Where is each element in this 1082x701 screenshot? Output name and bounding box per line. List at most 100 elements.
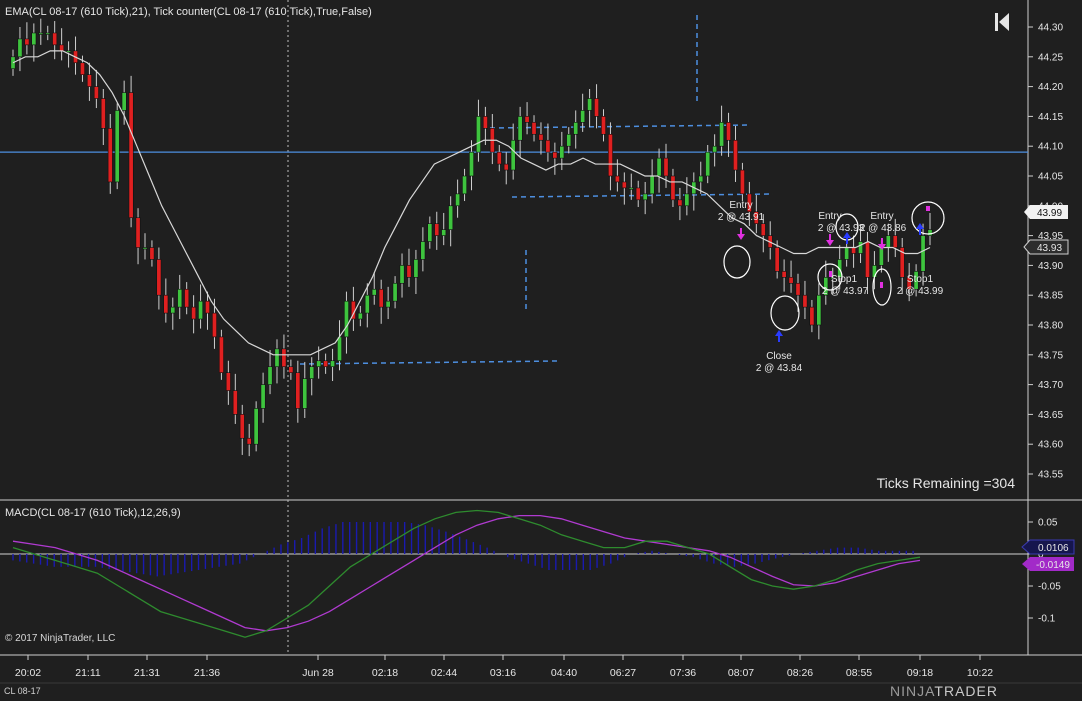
candle-body bbox=[163, 294, 169, 314]
candle-body bbox=[663, 157, 669, 177]
ninjatrader-logo: NINJATRADER bbox=[890, 683, 998, 699]
candle-body bbox=[337, 336, 342, 362]
candle-body bbox=[642, 193, 648, 201]
candle-body bbox=[802, 294, 808, 308]
candle-body bbox=[816, 294, 822, 326]
candle-body bbox=[80, 62, 85, 75]
candle-body bbox=[538, 133, 544, 141]
candle-body bbox=[774, 247, 780, 272]
candle-body bbox=[531, 122, 537, 135]
trade-detail: 2 @ 43.93 bbox=[818, 223, 865, 234]
candle-body bbox=[295, 372, 301, 409]
candle-body bbox=[607, 133, 613, 177]
chart-canvas: 44.3044.2544.2044.1544.1044.0544.0043.95… bbox=[0, 0, 1082, 701]
candle-body bbox=[156, 259, 162, 296]
price-axis-label: 44.30 bbox=[1038, 23, 1063, 34]
candle-body bbox=[760, 223, 766, 236]
candle-body bbox=[107, 128, 113, 183]
candle-body bbox=[212, 312, 217, 338]
candle-body bbox=[573, 122, 579, 135]
candle-body bbox=[191, 306, 197, 320]
candle-body bbox=[434, 223, 440, 236]
candle-body bbox=[566, 133, 572, 147]
trade-label: Entry bbox=[729, 200, 752, 211]
candle-body bbox=[844, 247, 850, 260]
signal-value-badge: -0.0149 bbox=[1022, 557, 1074, 571]
candle-body bbox=[302, 378, 308, 409]
trade-label: Entry bbox=[870, 211, 893, 222]
svg-text:-0.0149: -0.0149 bbox=[1036, 560, 1070, 571]
last-price-badge: 43.99 bbox=[1024, 205, 1068, 219]
time-axis-label: 21:36 bbox=[194, 667, 220, 679]
price-axis-label: 43.80 bbox=[1038, 321, 1063, 332]
price-axis-label: 44.15 bbox=[1038, 112, 1063, 123]
candle-body bbox=[406, 265, 412, 278]
candle-body bbox=[656, 157, 662, 177]
macd-axis-label: 0.05 bbox=[1038, 518, 1058, 529]
candle-body bbox=[309, 366, 315, 379]
candle-body bbox=[517, 116, 523, 141]
price-axis-label: 43.65 bbox=[1038, 410, 1063, 421]
candle-body bbox=[892, 235, 898, 248]
price-axis-label: 43.55 bbox=[1038, 470, 1063, 481]
candle-body bbox=[31, 32, 37, 46]
candle-body bbox=[267, 366, 273, 385]
trade-detail: 2 @ 43.97 bbox=[822, 286, 869, 297]
candle-body bbox=[330, 360, 336, 368]
time-axis-label: 08:26 bbox=[787, 667, 813, 679]
candle-body bbox=[462, 175, 468, 195]
brand-left: NINJA bbox=[890, 683, 935, 699]
candle-body bbox=[559, 145, 565, 159]
trade-label: Stop1 bbox=[907, 274, 934, 285]
candle-body bbox=[38, 32, 44, 35]
candle-body bbox=[205, 300, 210, 314]
price-axis-label: 43.60 bbox=[1038, 440, 1063, 451]
candle-body bbox=[441, 229, 447, 236]
time-axis-label: 08:55 bbox=[846, 667, 872, 679]
price-axis-label: 44.20 bbox=[1038, 82, 1063, 93]
candle-body bbox=[399, 265, 405, 284]
price-axis-label: 43.70 bbox=[1038, 380, 1063, 391]
candle-body bbox=[218, 336, 224, 373]
candle-body bbox=[878, 247, 884, 266]
candle-body bbox=[475, 116, 481, 153]
time-axis-label: 21:11 bbox=[75, 667, 101, 679]
candle-body bbox=[719, 122, 725, 147]
candle-body bbox=[420, 241, 426, 260]
candle-body bbox=[788, 277, 794, 284]
candle-body bbox=[323, 360, 329, 368]
candle-body bbox=[587, 98, 593, 111]
candle-body bbox=[865, 241, 870, 278]
skip-to-end-icon[interactable] bbox=[994, 12, 1010, 32]
candle-body bbox=[170, 306, 176, 314]
candle-body bbox=[580, 110, 586, 123]
candle-body bbox=[198, 300, 204, 320]
ref-price-badge: 43.93 bbox=[1023, 239, 1069, 255]
candle-body bbox=[93, 86, 99, 99]
trade-detail: 2 @ 43.91 bbox=[718, 212, 765, 223]
time-axis-label: 21:31 bbox=[134, 667, 160, 679]
time-axis-label: 02:18 bbox=[372, 667, 398, 679]
candle-body bbox=[344, 300, 349, 338]
candle-body bbox=[469, 151, 474, 177]
candle-body bbox=[496, 151, 502, 165]
trade-label: Close bbox=[766, 351, 792, 362]
candle-body bbox=[524, 116, 530, 123]
candle-body bbox=[288, 366, 294, 373]
candle-body bbox=[614, 175, 620, 183]
candle-body bbox=[66, 50, 72, 53]
time-axis-label: Jun 28 bbox=[302, 667, 334, 679]
candle-body bbox=[733, 139, 738, 171]
candle-body bbox=[858, 241, 863, 254]
candle-body bbox=[316, 360, 322, 368]
candle-body bbox=[739, 169, 745, 195]
candle-body bbox=[621, 181, 627, 189]
candle-body bbox=[121, 92, 127, 111]
macd-panel-title: MACD(CL 08-17 (610 Tick),12,26,9) bbox=[5, 507, 181, 519]
brand-right: TRADER bbox=[934, 683, 998, 699]
macd-axis-label: -0.05 bbox=[1038, 582, 1061, 593]
instrument-label: CL 08-17 bbox=[4, 686, 41, 696]
candle-body bbox=[17, 38, 23, 58]
copyright-text: © 2017 NinjaTrader, LLC bbox=[5, 633, 116, 644]
macd-axis-label: -0.1 bbox=[1038, 614, 1056, 625]
